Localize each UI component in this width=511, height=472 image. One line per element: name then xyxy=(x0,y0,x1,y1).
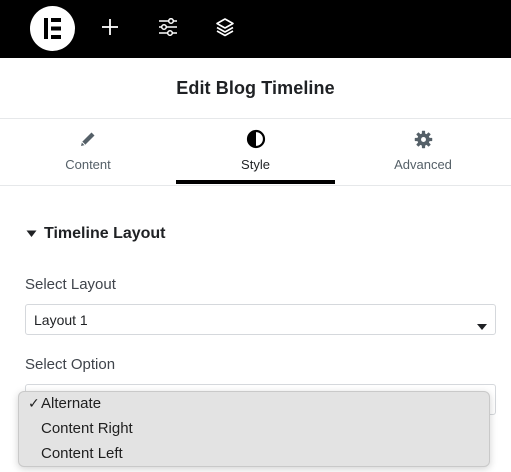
top-toolbar xyxy=(0,0,511,58)
add-element-button[interactable] xyxy=(95,14,125,44)
option-label: Content Right xyxy=(41,420,133,437)
contrast-icon xyxy=(246,129,266,149)
tab-content[interactable]: Content xyxy=(0,119,176,185)
site-settings-button[interactable] xyxy=(153,14,183,44)
navigator-button[interactable] xyxy=(210,14,240,44)
panel-header: Edit Blog Timeline xyxy=(0,58,511,119)
select-layout-label: Select Layout xyxy=(25,276,116,293)
tab-advanced[interactable]: Advanced xyxy=(335,119,511,185)
tab-style-label: Style xyxy=(241,157,270,172)
chevron-down-icon xyxy=(477,317,487,330)
page-title: Edit Blog Timeline xyxy=(176,77,335,98)
section-title: Timeline Layout xyxy=(44,225,166,242)
elementor-logo-icon[interactable] xyxy=(30,6,75,51)
select-layout-dropdown[interactable]: Layout 1 xyxy=(25,304,496,335)
caret-down-icon xyxy=(25,228,37,240)
tab-style[interactable]: Style xyxy=(176,119,335,185)
plus-icon xyxy=(101,18,119,41)
active-tab-indicator xyxy=(176,180,335,184)
section-toggle-timeline-layout[interactable]: Timeline Layout xyxy=(25,222,166,246)
option-content-left[interactable]: Content Left xyxy=(19,442,489,467)
layers-icon xyxy=(215,17,235,42)
option-alternate[interactable]: ✓ Alternate xyxy=(19,392,489,417)
gear-icon xyxy=(413,129,433,149)
select-layout-value: Layout 1 xyxy=(34,312,88,328)
tab-content-label: Content xyxy=(65,157,111,172)
tab-advanced-label: Advanced xyxy=(394,157,452,172)
option-content-right[interactable]: Content Right xyxy=(19,417,489,442)
checkmark-icon: ✓ xyxy=(28,395,40,411)
option-label: Alternate xyxy=(41,395,102,412)
select-option-label: Select Option xyxy=(25,356,116,373)
option-label: Content Left xyxy=(41,445,123,462)
panel-tabs: Content Style Advanced xyxy=(0,119,511,186)
pencil-icon xyxy=(78,129,98,149)
select-option-menu: ✓ Alternate Content Right Content Left xyxy=(18,391,490,467)
sliders-icon xyxy=(158,17,178,41)
